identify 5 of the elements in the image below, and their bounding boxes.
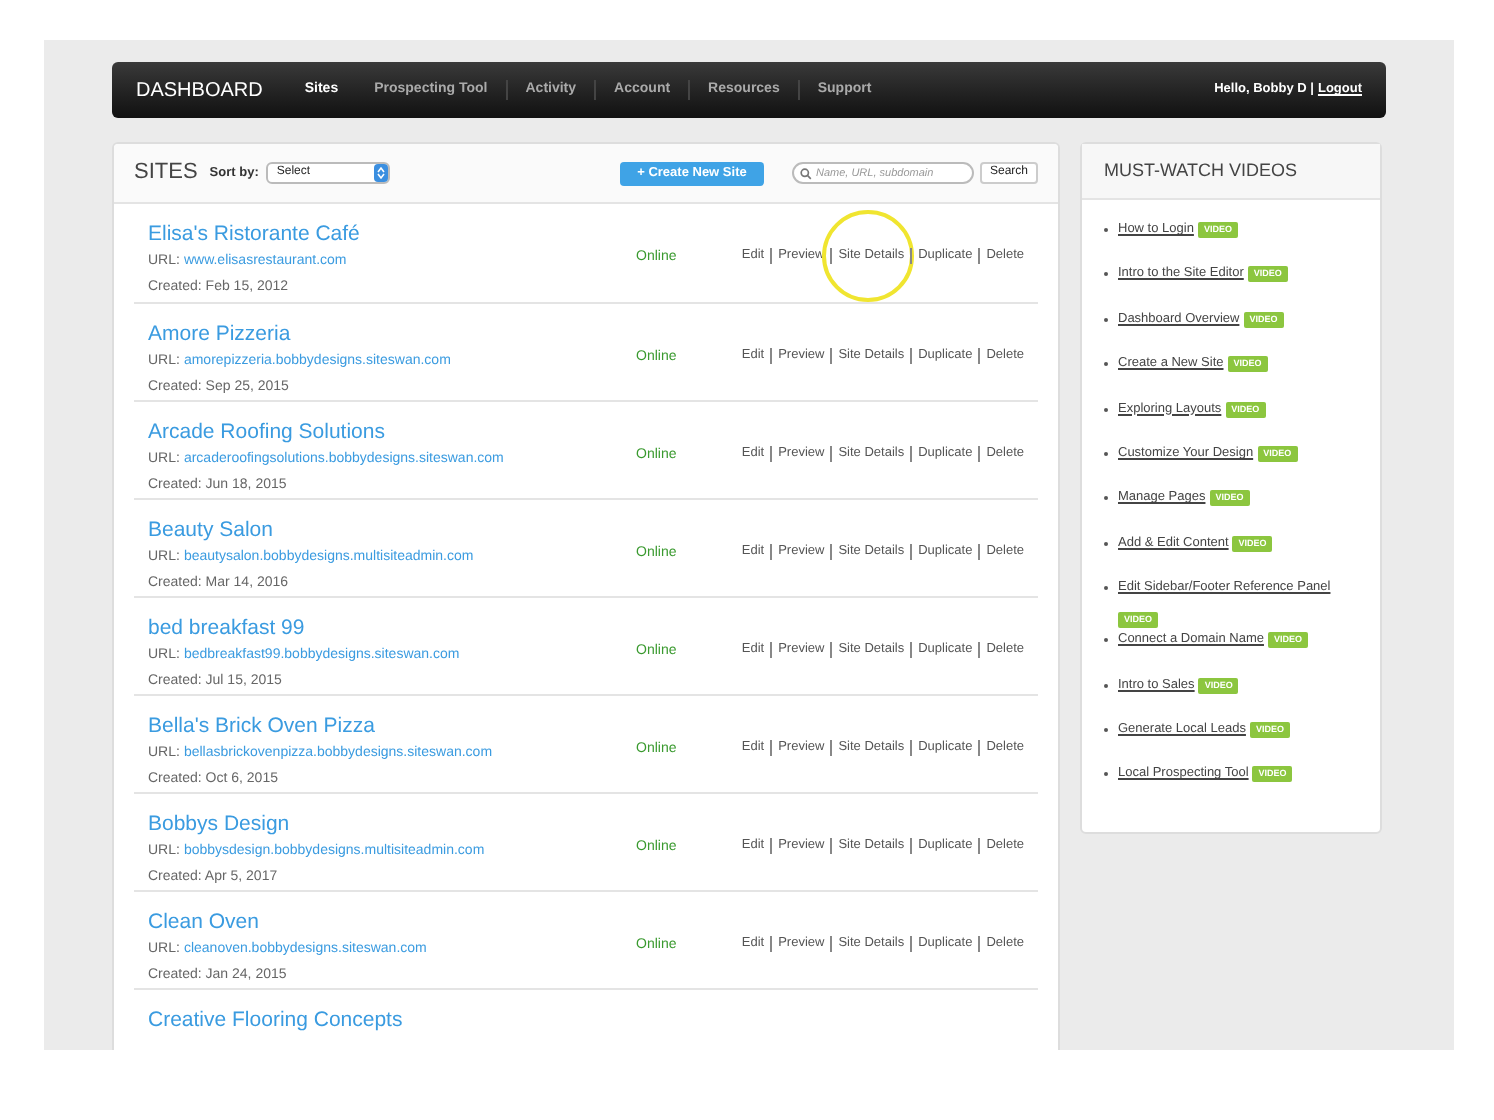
dropdown-arrows-icon xyxy=(374,164,389,182)
search-icon xyxy=(799,167,812,179)
panel-title: SITES xyxy=(134,158,198,189)
brand-title: DASHBOARD xyxy=(136,77,263,105)
panel-title: MUST-WATCH VIDEOS xyxy=(1104,157,1297,184)
